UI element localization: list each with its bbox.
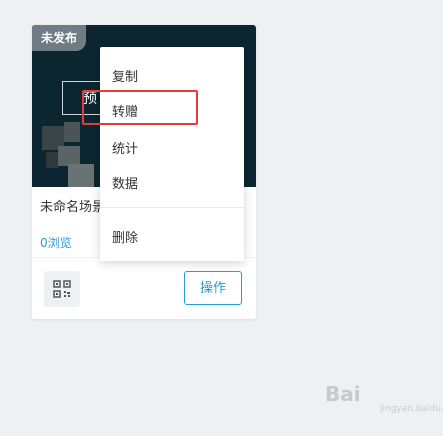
watermark-logo: Bai bbox=[325, 382, 361, 406]
highlight-box bbox=[82, 90, 198, 125]
context-menu: 复制 转赠 统计 数据 删除 bbox=[100, 47, 244, 261]
cover-graphic bbox=[42, 122, 94, 187]
view-count: 0浏览 bbox=[40, 236, 72, 250]
menu-item-data[interactable]: 数据 bbox=[112, 173, 138, 192]
operate-button[interactable]: 操作 bbox=[184, 271, 242, 305]
scene-title[interactable]: 未命名场景 bbox=[40, 196, 105, 215]
watermark-subtext: jingyan.baidu.com bbox=[380, 404, 443, 414]
status-badge: 未发布 bbox=[32, 25, 87, 51]
menu-item-statistics[interactable]: 统计 bbox=[112, 138, 138, 157]
qr-code-button[interactable] bbox=[44, 271, 80, 307]
qr-code-icon bbox=[53, 280, 71, 298]
menu-item-delete[interactable]: 删除 bbox=[112, 227, 138, 246]
menu-item-copy[interactable]: 复制 bbox=[112, 66, 138, 85]
menu-separator bbox=[100, 207, 244, 208]
